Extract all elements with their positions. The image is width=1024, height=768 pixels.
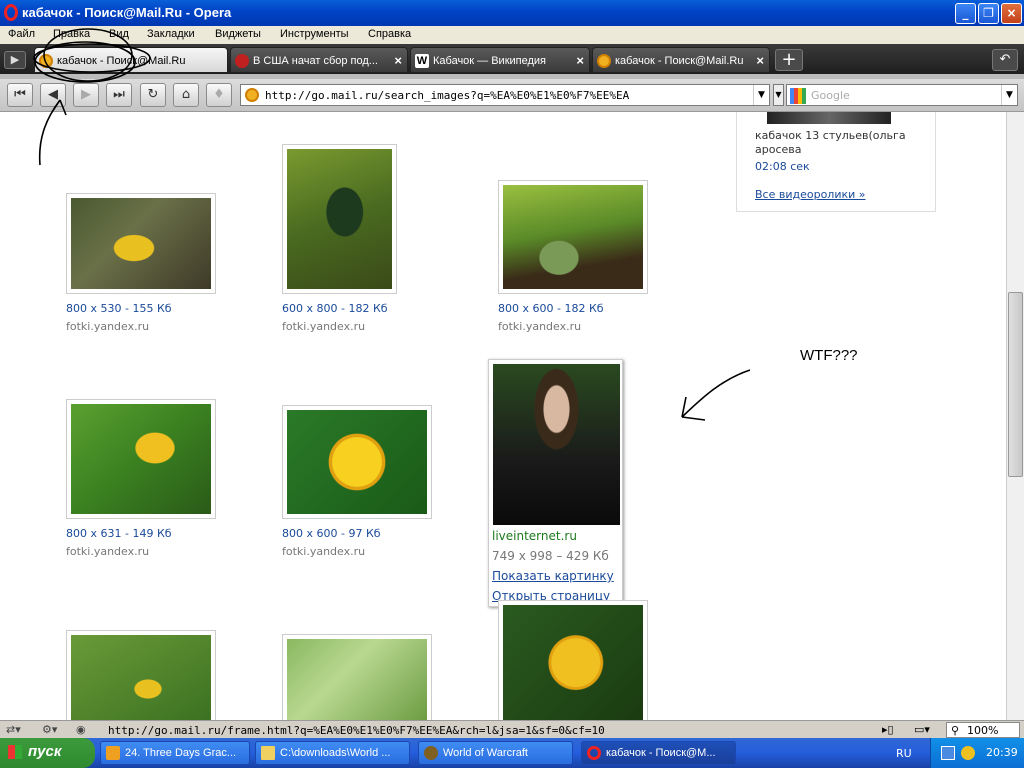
taskbar-item-label: 24. Three Days Grac... [125,747,237,759]
chevron-down-icon[interactable]: ▼ [1001,85,1017,105]
tab-label: В США начат сбор под... [253,55,378,67]
address-dropdown-icon[interactable]: ▼ [773,84,784,106]
tab-wikipedia[interactable]: W Кабачок — Википедия × [410,47,590,73]
mailru-favicon-icon [597,54,611,68]
menu-tools[interactable]: Инструменты [280,28,349,40]
settings-icon[interactable]: ⚙▾ [42,723,57,736]
chevron-down-icon[interactable]: ▼ [753,85,769,105]
start-button[interactable]: пуск [0,738,95,768]
search-input[interactable]: Google ▼ [786,84,1018,106]
messenger-icon[interactable] [961,746,975,760]
view-icon[interactable]: ▭▾ [914,723,930,736]
arrow-icon [681,369,751,418]
status-bar: ⇄▾ ⚙▾ ◉ http://go.mail.ru/frame.html?q=%… [0,720,1024,738]
vertical-scrollbar[interactable] [1006,112,1024,720]
arrowhead-icon [681,396,706,421]
address-text: http://go.mail.ru/search_images?q=%EA%E0… [265,89,630,102]
network-icon[interactable] [941,746,955,760]
taskbar-item-opera[interactable]: кабачок - Поиск@M... [581,741,736,765]
taskbar-item-folder[interactable]: C:\downloads\World ... [255,741,410,765]
system-tray: 20:39 [930,738,1024,768]
windows-taskbar: пуск 24. Three Days Grac... C:\downloads… [0,738,1024,768]
player-icon [106,746,120,760]
start-label: пуск [28,743,62,760]
taskbar-item-label: World of Warcraft [443,747,528,759]
wikipedia-favicon-icon: W [415,54,429,68]
language-indicator[interactable]: RU [896,747,912,760]
close-button[interactable]: × [1001,3,1022,24]
minimize-button[interactable]: _ [955,3,976,24]
menu-help[interactable]: Справка [368,28,411,40]
tab-close-icon[interactable]: × [756,53,764,68]
search-placeholder: Google [811,89,850,102]
opera-icon [587,746,601,760]
scrollbar-thumb[interactable] [1008,292,1023,477]
mailru-favicon-icon [245,88,259,102]
google-icon [790,88,806,104]
tab-close-icon[interactable]: × [576,53,584,68]
up-arrow-icon [38,99,67,166]
globe-icon[interactable]: ◉ [76,723,86,736]
circle-scribble-icon [43,28,133,82]
taskbar-item-music[interactable]: 24. Three Days Grac... [100,741,250,765]
tab-label: Кабачок — Википедия [433,55,547,67]
status-url: http://go.mail.ru/frame.html?q=%EA%E0%E1… [108,724,605,737]
folder-icon [261,746,275,760]
tab-close-icon[interactable]: × [394,53,402,68]
taskbar-item-label: кабачок - Поиск@M... [606,747,716,759]
hand-drawn-arrows [681,369,751,421]
taskbar-item-wow[interactable]: World of Warcraft [418,741,573,765]
taskbar-item-label: C:\downloads\World ... [280,747,391,759]
zoom-level: 100% [967,724,999,737]
maximize-button[interactable]: ❐ [978,3,999,24]
magnifier-icon: ⚲ [951,724,960,737]
trash-undo-icon[interactable]: ↶ [992,49,1018,71]
tab-usa-news[interactable]: В США начат сбор под... × [230,47,408,73]
wow-icon [424,746,438,760]
zoom-control[interactable]: ⚲ 100% [946,722,1020,738]
clock: 20:39 [986,746,1018,759]
sync-icon[interactable]: ⇄▾ [6,723,21,736]
page-content: кабачок 13 стульев(ольга аросева 02:08 с… [0,112,1006,720]
panel-icon[interactable]: ▸▯ [882,723,894,736]
circle-scribble-icon [34,41,136,83]
new-tab-icon[interactable]: + [775,49,803,71]
windows-logo-icon [8,745,22,759]
address-bar[interactable]: http://go.mail.ru/search_images?q=%EA%E0… [240,84,770,106]
tab-label: кабачок - Поиск@Mail.Ru [615,55,744,67]
hand-drawn-circles [33,28,151,166]
tab-kabachok-2[interactable]: кабачок - Поиск@Mail.Ru × [592,47,770,73]
